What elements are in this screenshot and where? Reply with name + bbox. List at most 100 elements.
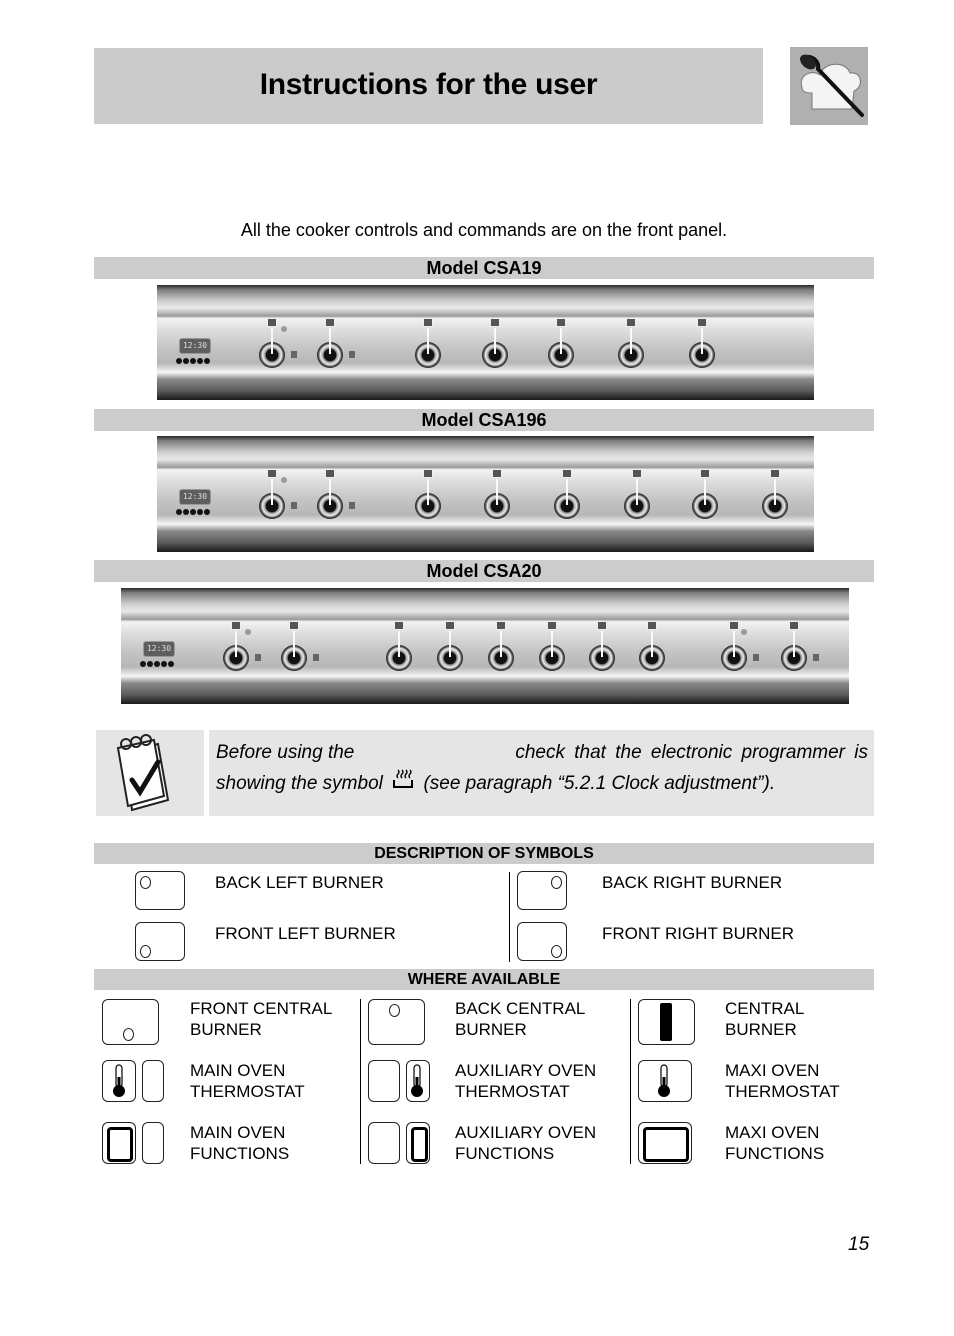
- control-knob[interactable]: [554, 479, 580, 519]
- knob-symbol-icon: [700, 469, 710, 478]
- indicator-light-icon: [741, 629, 747, 635]
- control-knob[interactable]: [692, 479, 718, 519]
- programmer-button[interactable]: [204, 509, 210, 515]
- back-left-burner-icon: [135, 871, 185, 910]
- note-text: Before using the check that the electron…: [216, 738, 868, 800]
- knob-symbol-icon: [632, 469, 642, 478]
- ignition-button[interactable]: [349, 351, 355, 358]
- programmer-clock-display: 12:30: [179, 338, 211, 354]
- knob-symbol-icon: [626, 318, 636, 327]
- knob-symbol-icon: [423, 318, 433, 327]
- control-knob[interactable]: [689, 328, 715, 368]
- control-knob[interactable]: [482, 328, 508, 368]
- where-available-heading: WHERE AVAILABLE: [94, 969, 874, 990]
- programmer-clock-display: 12:30: [179, 489, 211, 505]
- back-right-burner-icon: [517, 871, 567, 910]
- programmer-button[interactable]: [154, 661, 160, 667]
- control-knob[interactable]: [762, 479, 788, 519]
- control-panel-csa196: 12:30: [157, 436, 814, 552]
- divider: [360, 999, 361, 1164]
- control-knob[interactable]: [539, 631, 565, 671]
- programmer-button[interactable]: [183, 509, 189, 515]
- model-heading: Model CSA19: [94, 257, 874, 279]
- knob-symbol-icon: [490, 318, 500, 327]
- control-knob[interactable]: [721, 631, 747, 671]
- control-panel-csa20: 12:30: [121, 588, 849, 704]
- programmer-button[interactable]: [190, 509, 196, 515]
- knob-symbol-icon: [496, 621, 506, 630]
- knob-symbol-icon: [556, 318, 566, 327]
- model-heading: Model CSA20: [94, 560, 874, 582]
- programmer-button[interactable]: [168, 661, 174, 667]
- knob-symbol-icon: [697, 318, 707, 327]
- knob-symbol-icon: [789, 621, 799, 630]
- programmer-button[interactable]: [176, 509, 182, 515]
- symbol-label: CENTRAL BURNER: [725, 999, 805, 1039]
- control-knob[interactable]: [223, 631, 249, 671]
- programmer-buttons[interactable]: [176, 509, 210, 515]
- knob-symbol-icon: [445, 621, 455, 630]
- programmer-buttons[interactable]: [176, 358, 210, 364]
- control-knob[interactable]: [484, 479, 510, 519]
- programmer-button[interactable]: [204, 358, 210, 364]
- ignition-button[interactable]: [813, 654, 819, 661]
- control-knob[interactable]: [259, 479, 285, 519]
- programmer-button[interactable]: [140, 661, 146, 667]
- control-knob[interactable]: [281, 631, 307, 671]
- knob-symbol-icon: [325, 318, 335, 327]
- knob-symbol-icon: [492, 469, 502, 478]
- control-knob[interactable]: [317, 328, 343, 368]
- front-left-burner-icon: [135, 922, 185, 961]
- divider: [630, 999, 631, 1164]
- control-knob[interactable]: [589, 631, 615, 671]
- notepad-check-icon: [96, 730, 204, 816]
- programmer-button[interactable]: [147, 661, 153, 667]
- programmer-button[interactable]: [197, 358, 203, 364]
- control-knob[interactable]: [488, 631, 514, 671]
- note-line1-start: Before using the: [216, 742, 355, 763]
- control-knob[interactable]: [317, 479, 343, 519]
- knob-symbol-icon: [562, 469, 572, 478]
- control-knob[interactable]: [781, 631, 807, 671]
- symbol-label: BACK LEFT BURNER: [215, 873, 384, 892]
- divider: [509, 872, 510, 962]
- back-central-burner-icon: [368, 999, 425, 1045]
- front-right-burner-icon: [517, 922, 567, 961]
- ignition-button[interactable]: [313, 654, 319, 661]
- note-line2-end: (see paragraph “5.2.1 Clock adjustment”)…: [423, 773, 776, 795]
- knob-symbol-icon: [325, 469, 335, 478]
- symbol-label: BACK CENTRAL BURNER: [455, 999, 586, 1039]
- symbol-label: MAIN OVEN THERMOSTAT: [190, 1061, 305, 1101]
- symbol-label: BACK RIGHT BURNER: [602, 873, 783, 892]
- programmer-buttons[interactable]: [140, 661, 174, 667]
- control-knob[interactable]: [386, 631, 412, 671]
- ignition-button[interactable]: [255, 654, 261, 661]
- ignition-button[interactable]: [349, 502, 355, 509]
- symbols-heading: DESCRIPTION OF SYMBOLS: [94, 843, 874, 864]
- indicator-light-icon: [245, 629, 251, 635]
- programmer-button[interactable]: [183, 358, 189, 364]
- control-knob[interactable]: [259, 328, 285, 368]
- programmer-button[interactable]: [190, 358, 196, 364]
- programmer-button[interactable]: [176, 358, 182, 364]
- symbol-label: AUXILIARY OVEN THERMOSTAT: [455, 1061, 597, 1101]
- control-knob[interactable]: [415, 328, 441, 368]
- central-burner-icon: [638, 999, 695, 1045]
- control-knob[interactable]: [415, 479, 441, 519]
- ignition-button[interactable]: [291, 351, 297, 358]
- knob-symbol-icon: [267, 469, 277, 478]
- symbol-label: MAXI OVEN THERMOSTAT: [725, 1061, 840, 1101]
- control-knob[interactable]: [437, 631, 463, 671]
- control-knob[interactable]: [624, 479, 650, 519]
- knob-symbol-icon: [289, 621, 299, 630]
- control-knob[interactable]: [639, 631, 665, 671]
- control-knob[interactable]: [548, 328, 574, 368]
- ignition-button[interactable]: [753, 654, 759, 661]
- note-box: Before using the check that the electron…: [209, 730, 874, 816]
- symbol-label: AUXILIARY OVEN FUNCTIONS: [455, 1123, 597, 1163]
- control-knob[interactable]: [618, 328, 644, 368]
- programmer-button[interactable]: [161, 661, 167, 667]
- programmer-button[interactable]: [197, 509, 203, 515]
- page-number: 15: [848, 1234, 870, 1255]
- ignition-button[interactable]: [291, 502, 297, 509]
